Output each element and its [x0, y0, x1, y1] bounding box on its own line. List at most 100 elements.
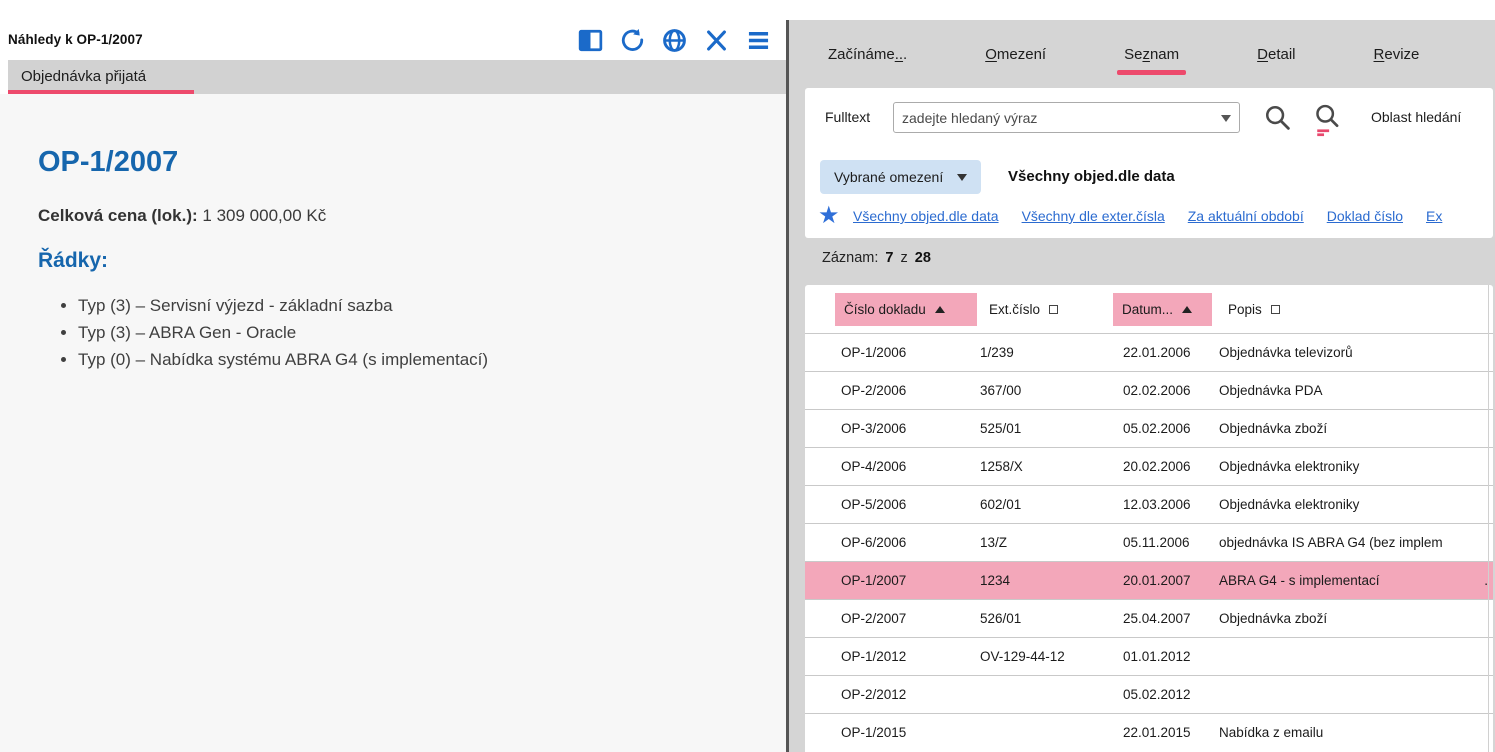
cell-date: 05.02.2012: [1123, 676, 1203, 713]
cell-doc-number: OP-4/2006: [841, 448, 906, 485]
doc-rows-list: Typ (3) – Servisní výjezd - základní saz…: [78, 292, 786, 373]
restriction-link[interactable]: Všechny dle exter.čísla: [1022, 208, 1165, 224]
table-row[interactable]: OP-1/2012 OV-129-44-12 01.01.2012 .: [805, 637, 1493, 675]
doc-row-item: Typ (3) – ABRA Gen - Oracle: [78, 319, 786, 346]
tab[interactable]: Začínáme...: [828, 46, 907, 63]
split-view-icon[interactable]: [577, 27, 604, 54]
restriction-link[interactable]: Za aktuální období: [1188, 208, 1304, 224]
table-row[interactable]: OP-6/2006 13/Z 05.11.2006 objednávka IS …: [805, 523, 1493, 561]
cell-ext-number: 1/239: [980, 334, 1014, 371]
cell-date: 01.01.2012: [1123, 638, 1203, 675]
active-tab-underline: [1117, 70, 1186, 75]
active-restriction-name: Všechny objed.dle data: [1008, 168, 1175, 185]
preview-panel-title: Náhledy k OP-1/2007: [8, 32, 143, 47]
cell-doc-number: OP-2/2007: [841, 600, 906, 637]
cell-doc-number: OP-3/2006: [841, 410, 906, 447]
refresh-icon[interactable]: [619, 27, 646, 54]
fulltext-input[interactable]: [893, 102, 1240, 133]
table-row[interactable]: OP-2/2006 367/00 02.02.2006 Objednávka P…: [805, 371, 1493, 409]
search-settings-icon[interactable]: [1313, 103, 1343, 137]
table-row[interactable]: OP-4/2006 1258/X 20.02.2006 Objednávka e…: [805, 447, 1493, 485]
restriction-link[interactable]: Ex: [1426, 208, 1442, 224]
table-row[interactable]: OP-2/2007 526/01 25.04.2007 Objednávka z…: [805, 599, 1493, 637]
quick-restriction-links: Všechny objed.dle data Všechny dle exter…: [853, 208, 1489, 224]
cell-date: 25.04.2007: [1123, 600, 1203, 637]
restriction-link[interactable]: Všechny objed.dle data: [853, 208, 999, 224]
cell-doc-number: OP-1/2006: [841, 334, 906, 371]
chevron-down-icon: [957, 174, 967, 181]
cell-description: Objednávka televizorů: [1219, 334, 1481, 371]
fulltext-combobox: [893, 102, 1240, 133]
cell-ext-number: 13/Z: [980, 524, 1007, 561]
cell-date: 05.02.2006: [1123, 410, 1203, 447]
list-panel: Začínáme... Omezení Seznam Detail: [789, 20, 1495, 752]
table-row[interactable]: OP-2/2012 05.02.2012 .: [805, 675, 1493, 713]
record-total: 28: [915, 250, 931, 266]
search-area: Fulltext Oblast hledání Vybrané omezení: [805, 88, 1493, 238]
app-window: Náhledy k OP-1/2007 Objednávka přijatá: [0, 0, 1495, 752]
chevron-down-icon[interactable]: [1221, 115, 1231, 122]
scrollbar-track-line[interactable]: [1488, 285, 1489, 752]
cell-ext-number: 1258/X: [980, 448, 1023, 485]
column-header[interactable]: Popis: [1219, 293, 1289, 326]
selected-restriction-button[interactable]: Vybrané omezení: [820, 160, 981, 194]
tab[interactable]: Seznam: [1124, 46, 1179, 63]
close-icon[interactable]: [703, 27, 730, 54]
preview-tab-label: Objednávka přijatá: [21, 68, 146, 85]
doc-row-item: Typ (0) – Nabídka systému ABRA G4 (s imp…: [78, 346, 786, 373]
cell-description: Objednávka zboží: [1219, 600, 1481, 637]
globe-icon[interactable]: [661, 27, 688, 54]
table-row[interactable]: OP-1/2015 22.01.2015 Nabídka z emailu .: [805, 713, 1493, 751]
cell-doc-number: OP-1/2012: [841, 638, 906, 675]
cell-date: 05.11.2006: [1123, 524, 1203, 561]
table-row[interactable]: OP-3/2006 525/01 05.02.2006 Objednávka z…: [805, 409, 1493, 447]
column-header[interactable]: Ext.číslo: [980, 293, 1067, 326]
cell-ext-number: 525/01: [980, 410, 1021, 447]
menu-icon[interactable]: [745, 27, 772, 54]
search-icon[interactable]: [1263, 103, 1293, 133]
table-row[interactable]: OP-1/2006 1/239 22.01.2006 Objednávka te…: [805, 333, 1493, 371]
table-row[interactable]: OP-5/2006 602/01 12.03.2006 Objednávka e…: [805, 485, 1493, 523]
cell-date: 02.02.2006: [1123, 372, 1203, 409]
quick-restrictions-row: ★ Všechny objed.dle data Všechny dle ext…: [805, 206, 1493, 232]
tab[interactable]: Omezení: [985, 46, 1046, 63]
cell-description: Nabídka z emailu: [1219, 714, 1481, 751]
column-header[interactable]: Číslo dokladu: [835, 293, 977, 326]
restriction-row: Vybrané omezení Všechny objed.dle data: [805, 160, 1493, 194]
tab[interactable]: Revize: [1374, 46, 1420, 63]
selected-restriction-button-label: Vybrané omezení: [834, 169, 943, 185]
cell-ext-number: 367/00: [980, 372, 1021, 409]
list-tabbar: Začínáme... Omezení Seznam Detail: [789, 20, 1495, 88]
cell-date: 22.01.2006: [1123, 334, 1203, 371]
column-header[interactable]: Datum...: [1113, 293, 1212, 326]
preview-content: OP-1/2007 Celková cena (lok.): 1 309 000…: [0, 94, 786, 752]
documents-table: Číslo dokladu Ext.číslo Datum...: [805, 285, 1493, 752]
doc-row-item: Typ (3) – Servisní výjezd - základní saz…: [78, 292, 786, 319]
table-row[interactable]: OP-1/2007 1234 20.01.2007 ABRA G4 - s im…: [805, 561, 1493, 599]
tab-objednavka-prijata[interactable]: Objednávka přijatá: [8, 60, 194, 94]
fulltext-row: Fulltext Oblast hledání: [805, 102, 1493, 134]
cell-doc-number: OP-1/2015: [841, 714, 906, 751]
search-scope-label[interactable]: Oblast hledání: [1371, 109, 1461, 125]
cell-doc-number: OP-2/2012: [841, 676, 906, 713]
cell-doc-number: OP-2/2006: [841, 372, 906, 409]
cell-ext-number: 602/01: [980, 486, 1021, 523]
cell-description: objednávka IS ABRA G4 (bez implem: [1219, 524, 1481, 561]
cell-ext-number: 1234: [980, 562, 1010, 599]
unsorted-checkbox-icon: [1271, 305, 1280, 314]
doc-number-heading: OP-1/2007: [38, 146, 786, 179]
cell-description: Objednávka PDA: [1219, 372, 1481, 409]
cell-description: Objednávka elektroniky: [1219, 448, 1481, 485]
cell-date: 20.01.2007: [1123, 562, 1203, 599]
table-body: OP-1/2006 1/239 22.01.2006 Objednávka te…: [805, 333, 1493, 751]
unsorted-checkbox-icon: [1049, 305, 1058, 314]
record-current: 7: [885, 250, 893, 266]
cell-ext-number: 526/01: [980, 600, 1021, 637]
fulltext-label: Fulltext: [825, 109, 870, 125]
restriction-link[interactable]: Doklad číslo: [1327, 208, 1403, 224]
cell-ext-number: OV-129-44-12: [980, 638, 1065, 675]
favorite-star-icon[interactable]: ★: [818, 203, 840, 229]
total-price-label: Celková cena (lok.):: [38, 206, 198, 225]
tab[interactable]: Detail: [1257, 46, 1295, 63]
preview-tabbar: Objednávka přijatá: [8, 60, 786, 94]
